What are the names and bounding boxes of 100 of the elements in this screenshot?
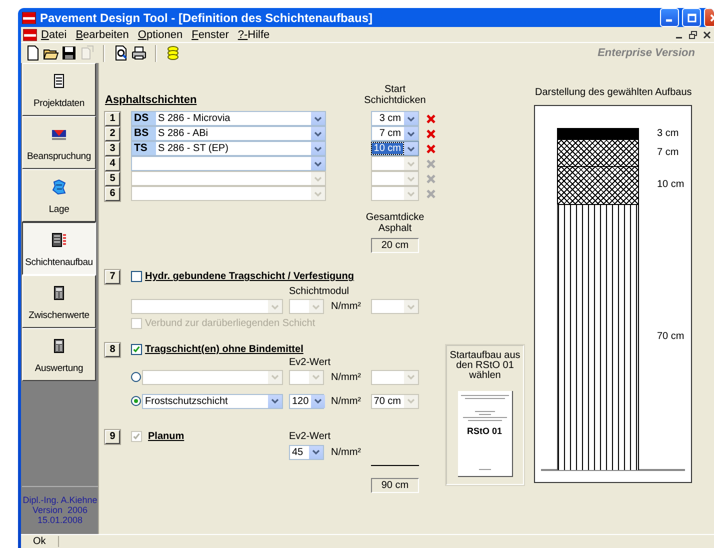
row-number: 4: [105, 156, 120, 170]
unit-label: N/mm²: [330, 301, 362, 312]
delete-icon[interactable]: [426, 128, 436, 138]
print-preview-icon[interactable]: [113, 45, 129, 61]
menu-item[interactable]: ?-Hilfe: [238, 28, 270, 40]
material-dropdown[interactable]: BS S 286 - ABi: [131, 126, 326, 141]
edition-label: Enterprise Version: [598, 47, 695, 59]
calculator-icon: [51, 285, 67, 301]
sidebar-item[interactable]: Schichtenaufbau: [22, 222, 96, 275]
row-number: 8: [105, 342, 120, 356]
unit-label: N/mm²: [330, 396, 362, 406]
sidebar-item[interactable]: Beanspruchung: [22, 116, 96, 169]
dropdown-arrow-button[interactable]: [311, 127, 325, 140]
layer-label: 70 cm: [657, 331, 684, 342]
menu-item[interactable]: Fenster: [192, 28, 229, 40]
dropdown-arrow-button[interactable]: [311, 157, 325, 170]
layer-label: 10 cm: [657, 179, 684, 190]
document-thumbnail[interactable]: RStO 01: [458, 391, 512, 477]
thickness-dropdown[interactable]: [371, 370, 419, 384]
layer-label: 7 cm: [657, 147, 679, 158]
map-icon: [51, 179, 67, 195]
radio-button[interactable]: [131, 396, 141, 406]
chevron-down-icon: [407, 373, 415, 381]
layer-code: BS: [132, 127, 156, 140]
dropdown-arrow-button[interactable]: [404, 127, 418, 140]
modulus-dropdown[interactable]: [289, 370, 324, 384]
dropdown-arrow-button[interactable]: [310, 394, 325, 408]
maximize-button[interactable]: [682, 8, 701, 27]
document-title: RStO 01: [466, 426, 502, 436]
close-icon[interactable]: [703, 30, 711, 38]
chevron-down-icon: [407, 397, 415, 405]
template-panel[interactable]: Startaufbau aus den RStO 01 wählen RStO 01: [446, 345, 524, 485]
row-number: 6: [105, 186, 120, 200]
row-number: 5: [105, 172, 120, 186]
dropdown-arrow-button[interactable]: [404, 112, 418, 125]
modulus-dropdown[interactable]: [289, 299, 324, 314]
window-title: Pavement Design Tool - [Definition des Schichtenaufbaus]: [40, 10, 372, 24]
row-number: 1: [105, 112, 120, 126]
menu-item[interactable]: Bearbeiten: [76, 28, 129, 40]
thickness-dropdown[interactable]: [371, 299, 419, 314]
coin-stack-icon[interactable]: [165, 45, 181, 61]
row-number: 3: [105, 142, 120, 156]
section-heading: Hydr. gebundene Tragschicht / Verfestigung: [145, 271, 354, 282]
material-dropdown[interactable]: DS S 286 - Microvia: [131, 111, 326, 126]
diagram-title: Darstellung des gewählten Aufbaus: [535, 87, 692, 99]
document-icon: [51, 73, 67, 89]
field-label: Schichtmodul: [289, 286, 350, 296]
layer-table-icon: [51, 232, 67, 248]
menu-item[interactable]: Optionen: [138, 28, 183, 40]
delete-icon[interactable]: [426, 114, 436, 124]
credit-text: Dipl.-Ing. A.Kiehne: [22, 495, 98, 505]
sidebar-item[interactable]: Zwischenwerte: [22, 275, 96, 328]
save-icon[interactable]: [61, 45, 77, 61]
dropdown-arrow-button[interactable]: [311, 142, 325, 155]
column-header: Start Schichtdicken: [363, 84, 427, 106]
material-dropdown[interactable]: [131, 299, 283, 314]
material-dropdown[interactable]: Frostschutzschicht: [142, 394, 283, 408]
checkbox[interactable]: [131, 344, 142, 355]
thickness-dropdown[interactable]: 70 cm: [371, 394, 419, 408]
section-heading: Tragschicht(en) ohne Bindemittel: [145, 344, 304, 355]
sidebar-item[interactable]: Lage: [22, 169, 96, 222]
dropdown-arrow-button[interactable]: [404, 142, 418, 155]
sidebar-item[interactable]: Auswertung: [22, 328, 96, 381]
dropdown-arrow-button[interactable]: [309, 446, 323, 458]
field-label: Ev2-Wert: [289, 431, 330, 442]
menu-item[interactable]: Datei: [41, 28, 67, 40]
chevron-down-icon: [271, 302, 279, 310]
chevron-down-icon: [312, 448, 320, 456]
total-readout: 20 cm: [371, 238, 419, 253]
material-dropdown[interactable]: [131, 156, 326, 171]
dropdown-arrow-button[interactable]: [268, 394, 282, 408]
minimize-button[interactable]: [660, 8, 679, 27]
section-heading: Planum: [148, 431, 184, 442]
total-label: Gesamtdicke Asphalt: [364, 212, 426, 234]
thickness-dropdown[interactable]: 3 cm: [371, 111, 419, 126]
total-readout: 90 cm: [371, 478, 419, 493]
checkbox-label: Verbund zur darüberliegenden Schicht: [145, 318, 316, 329]
row-number: 2: [105, 126, 120, 140]
chevron-down-icon: [271, 397, 279, 405]
credit-text: Version 2006: [32, 505, 88, 515]
chevron-down-icon: [314, 397, 322, 405]
printer-icon[interactable]: [131, 45, 147, 61]
material-dropdown[interactable]: TS S 286 - ST (EP): [131, 141, 326, 156]
thickness-dropdown[interactable]: 10 cm: [371, 141, 419, 156]
chevron-down-icon: [271, 373, 279, 381]
unit-label: N/mm²: [330, 372, 362, 382]
thickness-dropdown[interactable]: 7 cm: [371, 126, 419, 141]
chevron-down-icon: [312, 373, 320, 381]
restore-icon[interactable]: [689, 30, 697, 38]
status-text: Ok: [33, 536, 47, 547]
checkbox[interactable]: [131, 271, 142, 282]
dropdown-arrow-button[interactable]: [311, 112, 325, 125]
modulus-dropdown[interactable]: 120: [289, 394, 324, 408]
delete-icon[interactable]: [426, 144, 436, 154]
panel-caption: Startaufbau aus den RStO 01 wählen: [448, 351, 522, 381]
layer-label: 3 cm: [657, 128, 679, 140]
sidebar-item[interactable]: Projektdaten: [22, 63, 96, 116]
credit-text: 15.01.2008: [37, 515, 83, 525]
app-icon: [22, 12, 36, 24]
new-file-icon[interactable]: [25, 45, 41, 61]
